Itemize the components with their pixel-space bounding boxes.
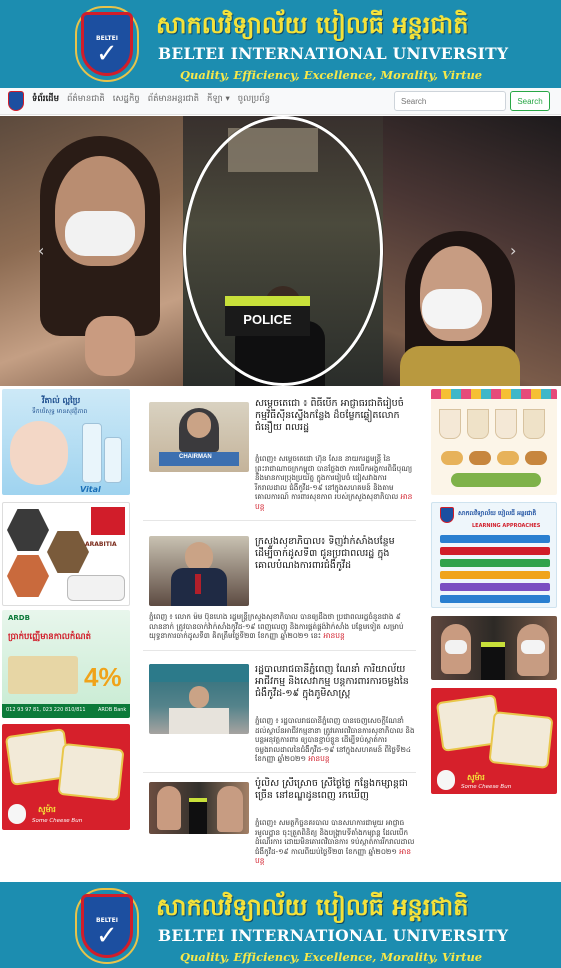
circle-frame — [183, 116, 383, 386]
nav-item-home[interactable]: ទំព័រដើម — [32, 94, 59, 106]
news-thumbnail[interactable]: CHAIRMAN — [149, 402, 249, 472]
face-mask — [521, 640, 545, 654]
ad-cheese-bun[interactable]: សូម៉ារ Some Cheese Bun — [2, 724, 130, 830]
university-motto: Quality, Efficiency, Excellence, Moralit… — [180, 68, 483, 82]
news-item[interactable]: ក្រសួងសុខាភិបាល៖ ទិញវ៉ាក់សាំងបន្ថែម ដើម្… — [143, 524, 416, 652]
news-title[interactable]: ក្រសួងសុខាភិបាល៖ ទិញវ៉ាក់សាំងបន្ថែម ដើម្… — [255, 536, 415, 572]
read-more-link[interactable]: អានបន្ត — [323, 631, 344, 640]
nav-logo-icon[interactable] — [8, 91, 24, 111]
english-university-title: BELTEI INTERNATIONAL UNIVERSITY — [158, 44, 509, 63]
ad-vital-water[interactable]: វីតាល់ ល្អប្រៃ ទឹកបរិសុទ្ធ មានសុវត្ថិភាព… — [2, 389, 130, 495]
navbar: ទំព័រដើម ព័ត៌មានជាតិ សេដ្ឋកិច្ច ព័ត៌មានអ… — [0, 88, 561, 115]
header-banner[interactable]: BELTEI ✓ សាកលវិទ្យាល័យ បៀលធី អន្តរជាតិ B… — [0, 0, 561, 88]
news-thumbnail[interactable] — [149, 782, 249, 834]
search-input[interactable] — [394, 91, 506, 111]
university-logo-icon: BELTEI ✓ — [75, 6, 139, 82]
khmer-university-title: សាកលវិទ្យាល័យ បៀលធី អន្តរជាតិ — [156, 892, 469, 921]
money-icon — [8, 656, 78, 694]
ad-ardb-bank[interactable]: ARDB ប្រាក់បញ្ញើមានកាលកំណត់ 4% 012 93 97… — [2, 610, 130, 718]
nav-item-login[interactable]: ចូលប្រព័ន្ធ — [238, 94, 270, 106]
footer-banner[interactable]: BELTEI ✓ សាកលវិទ្យាល័យ បៀលធី អន្តរជាតិ B… — [0, 882, 561, 968]
nav-menu: ទំព័រដើម ព័ត៌មានជាតិ សេដ្ឋកិច្ច ព័ត៌មានអ… — [32, 94, 270, 106]
nav-item-sports-dropdown[interactable]: កីឡា ▾ — [207, 94, 230, 106]
news-title[interactable]: រដ្ឋបាលរាជធានីភ្នំពេញ ណែនាំ ការិយាល័យ អា… — [255, 664, 415, 700]
bunting-icon — [431, 389, 557, 399]
mascot-icon — [8, 804, 26, 824]
carousel-prev-icon[interactable]: ‹ — [38, 241, 44, 260]
search-button[interactable]: Search — [510, 91, 550, 111]
news-item[interactable]: រដ្ឋបាលរាជធានីភ្នំពេញ ណែនាំ ការិយាល័យ អា… — [143, 654, 416, 774]
news-thumbnail[interactable] — [149, 664, 249, 734]
news-title[interactable]: សម្តេចតេជោ ៖ ពិធីបើក អាជ្ញាធរជាតិរៀបចំកម… — [255, 398, 415, 434]
ad-arabitia-services[interactable]: ARABITIA — [2, 502, 130, 606]
khmer-university-title: សាកលវិទ្យាល័យ បៀលធី អន្តរជាតិ — [156, 10, 469, 39]
ad-news-photo[interactable] — [431, 616, 557, 680]
news-excerpt: ភ្នំពេញ ៖ លោក ម៉ម ប៊ុនហេង រដ្ឋមន្ត្រីក្រ… — [149, 612, 404, 640]
nav-item-economy[interactable]: សេដ្ឋកិច្ច — [113, 94, 140, 106]
news-excerpt: ភ្នំពេញ៖ សម្តេចតេជោ ហ៊ុន សែន នាយករដ្ឋមន្… — [255, 454, 413, 511]
news-excerpt: ភ្នំពេញ៖ សមត្ថកិច្ចនគរបាល បានសហការជាមួយ … — [255, 818, 415, 865]
english-university-title: BELTEI INTERNATIONAL UNIVERSITY — [158, 926, 509, 945]
face-mask — [65, 211, 135, 256]
ad-cheese-bun-right[interactable]: សូម៉ារ Some Cheese Bun — [431, 688, 557, 794]
nav-item-national-news[interactable]: ព័ត៌មានជាតិ — [67, 94, 105, 106]
ad-beltei-learning[interactable]: សាកលវិទ្យាល័យ បៀលធី អន្តរជាតិ LEARNING A… — [431, 502, 557, 608]
university-motto: Quality, Efficiency, Excellence, Moralit… — [180, 950, 483, 964]
news-carousel[interactable]: POLICE ‹ › — [0, 116, 561, 386]
van-icon — [67, 575, 125, 601]
news-excerpt: ភ្នំពេញ ៖ រដ្ឋបាលរាជធានីភ្នំពេញ បានចេញសេ… — [255, 716, 415, 763]
carousel-next-icon[interactable]: › — [510, 241, 516, 260]
beltei-logo-icon — [440, 507, 454, 523]
police-officer — [481, 642, 505, 680]
ad-drinks-menu[interactable] — [431, 389, 557, 495]
nav-item-international-news[interactable]: ព័ត៌មានអន្តរជាតិ — [148, 94, 199, 106]
mascot-icon — [437, 770, 455, 790]
water-bottle-icon — [82, 423, 102, 483]
news-thumbnail[interactable] — [149, 536, 249, 606]
news-item[interactable]: CHAIRMAN សម្តេចតេជោ ៖ ពិធីបើក អាជ្ញាធរជា… — [143, 396, 416, 522]
face-mask — [422, 289, 482, 329]
cup-icon — [439, 409, 461, 439]
university-logo-icon: BELTEI ✓ — [75, 888, 139, 964]
news-item[interactable]: ប៉ូលិស ស្រីស្រោច ស្រីថ្ងៃថ្លៃ កន្លែងកម្ស… — [143, 776, 416, 876]
face-mask — [445, 640, 467, 654]
news-title[interactable]: ប៉ូលិស ស្រីស្រោច ស្រីថ្ងៃថ្លៃ កន្លែងកម្ស… — [255, 778, 415, 802]
read-more-link[interactable]: អានបន្ត — [308, 754, 329, 763]
